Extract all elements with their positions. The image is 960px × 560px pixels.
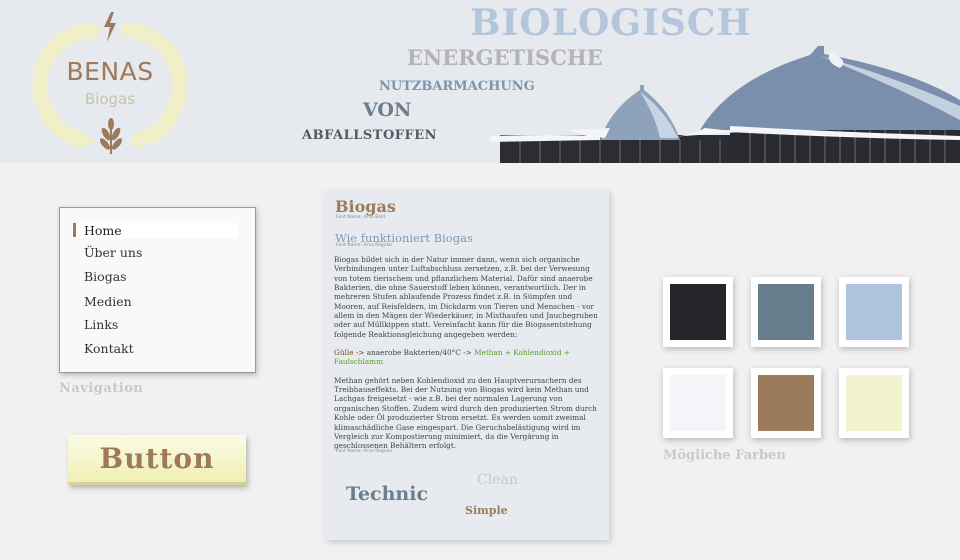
title-font-note: Font Name: Arvo Bold <box>336 215 386 220</box>
formula-input: Gülle <box>334 348 354 358</box>
nav-item-label: Links <box>84 317 119 332</box>
biogas-plant-illustration <box>490 46 960 163</box>
header-banner: BENAS Biogas BIOLOGISCH ENERGETISCHE NUT… <box>0 0 960 163</box>
color-swatch-cream <box>839 368 909 438</box>
logo-subtitle: Biogas <box>84 90 136 108</box>
formula-process: -> anaerobe Bakterien/40°C -> <box>353 348 475 358</box>
nav-item-medien[interactable]: Medien <box>72 294 238 309</box>
card-title: Biogas <box>335 197 396 216</box>
swatch-color <box>670 284 726 340</box>
reaction-formula: Gülle -> anaerobe Bakterien/40°C -> Meth… <box>334 348 602 367</box>
content-card: Biogas Font Name: Arvo Bold Wie funktion… <box>325 191 609 540</box>
palette-caption: Mögliche Farben <box>663 448 786 463</box>
body-font-note: Font Name: Arvo Regular <box>336 449 393 454</box>
swatch-color <box>846 284 902 340</box>
card-body: Biogas bildet sich in der Natur immer da… <box>334 255 602 460</box>
style-word-clean: Clean <box>477 472 518 488</box>
lightning-icon <box>104 12 116 42</box>
nav-item-home[interactable]: Home <box>72 223 238 238</box>
sample-button[interactable]: Button <box>68 435 246 485</box>
navigation-menu: Home Über uns Biogas Medien Links Kontak… <box>59 207 256 373</box>
style-word-simple: Simple <box>465 504 508 517</box>
logo-name: BENAS <box>66 57 154 86</box>
color-swatch-dark <box>663 277 733 347</box>
swatch-color <box>846 375 902 431</box>
nav-item-label: Medien <box>84 294 132 309</box>
body-paragraph-1: Biogas bildet sich in der Natur immer da… <box>334 255 598 339</box>
nav-item-biogas[interactable]: Biogas <box>72 269 238 284</box>
logo[interactable]: BENAS Biogas <box>30 10 190 155</box>
style-word-technic: Technic <box>346 483 429 505</box>
color-swatch-off-white <box>663 368 733 438</box>
nav-item-label: Kontakt <box>84 341 134 356</box>
body-paragraph-2: Methan gehört neben Kohlendioxid zu den … <box>334 375 597 451</box>
swatch-color <box>670 375 726 431</box>
color-swatch-light-blue <box>839 277 909 347</box>
color-swatch-slate <box>751 277 821 347</box>
nav-item-ueber-uns[interactable]: Über uns <box>72 245 238 260</box>
nav-item-links[interactable]: Links <box>72 317 238 332</box>
nav-item-kontakt[interactable]: Kontakt <box>72 341 238 356</box>
headline-von: VON <box>363 99 412 121</box>
swatch-color <box>758 284 814 340</box>
nav-item-label: Über uns <box>84 245 143 260</box>
swatch-color <box>758 375 814 431</box>
nav-item-label: Biogas <box>84 269 127 284</box>
color-swatch-brown <box>751 368 821 438</box>
navigation-caption: Navigation <box>59 381 144 396</box>
nav-item-label: Home <box>84 223 122 238</box>
wheat-icon <box>99 118 123 154</box>
headline-biologisch: BIOLOGISCH <box>470 2 752 44</box>
headline-abfallstoffen: ABFALLSTOFFEN <box>302 128 438 143</box>
subtitle-font-note: Font Name: Arvo Regular <box>336 243 393 248</box>
